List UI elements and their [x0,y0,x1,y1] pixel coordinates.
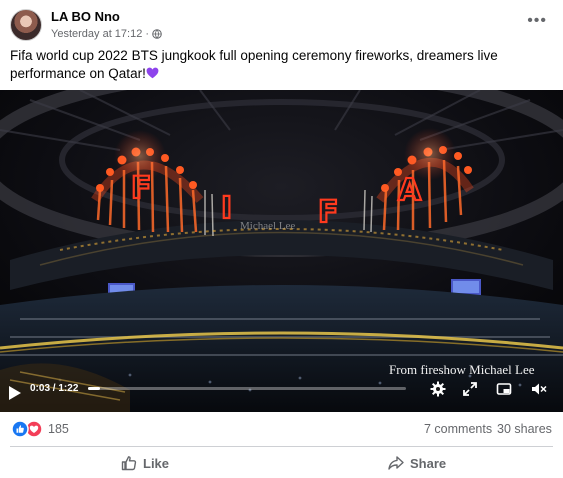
shares-count-link[interactable]: 30 shares [497,422,552,436]
video-player[interactable]: F I F A Michael Lee From fireshow Michae… [0,90,563,412]
video-watermark: Michael Lee [240,220,296,232]
like-button[interactable]: Like [121,450,169,476]
caption-text: Fifa world cup 2022 BTS jungkook full op… [10,48,498,81]
settings-gear-icon[interactable] [430,381,446,397]
post-timestamp[interactable]: Yesterday at 17:12 [51,28,142,40]
share-arrow-icon [388,456,404,470]
thumbs-up-icon [121,456,137,471]
more-options-icon[interactable]: ••• [527,12,547,30]
video-duration: 1:22 [58,383,79,394]
action-divider [10,446,553,447]
share-button[interactable]: Share [388,450,446,476]
share-label: Share [410,455,447,471]
like-label: Like [143,455,170,471]
video-controls: 0:03 / 1:22 [0,376,563,412]
firework-letter: I [221,191,232,226]
play-icon[interactable] [8,385,22,401]
picture-in-picture-icon[interactable] [496,381,512,397]
post-caption: Fifa world cup 2022 BTS jungkook full op… [10,47,555,83]
firework-letter: F [318,195,339,230]
post-header: LA BO Nno Yesterday at 17:12 · ••• [0,0,563,44]
video-time: 0:03 / 1:22 [30,383,79,394]
post-meta: Yesterday at 17:12 · [51,28,162,40]
reaction-icons[interactable] [10,420,44,438]
engagement-bar: 185 7 comments 30 shares [0,414,563,444]
reaction-count[interactable]: 185 [48,422,69,436]
video-progress-fill [88,387,100,390]
meta-separator: · [145,28,150,40]
firework-letter: F [131,171,152,206]
video-current-time: 0:03 [30,383,51,394]
fullscreen-expand-icon[interactable] [462,381,478,397]
like-reaction-icon [11,420,29,438]
comments-count-link[interactable]: 7 comments [424,422,492,436]
author-avatar[interactable] [10,9,42,41]
volume-muted-icon[interactable] [531,381,547,397]
author-name[interactable]: LA BO Nno [51,9,120,24]
firework-letter: A [398,173,422,208]
video-progress-bar[interactable] [88,387,406,390]
globe-icon [152,29,162,39]
purple-heart-icon [146,67,159,79]
